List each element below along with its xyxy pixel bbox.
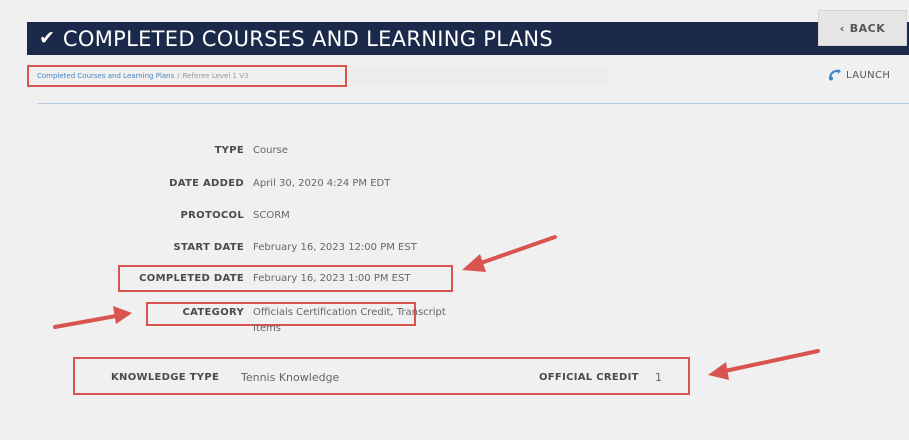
back-button-label: BACK — [849, 21, 886, 35]
back-button[interactable]: ‹ BACK — [818, 10, 907, 46]
launch-button[interactable]: LAUNCH — [828, 69, 890, 81]
start-date-value: February 16, 2023 12:00 PM EST — [253, 242, 417, 253]
date-added-value: April 30, 2020 4:24 PM EDT — [253, 178, 391, 189]
category-label: CATEGORY — [182, 307, 244, 318]
arrow-category — [53, 306, 132, 329]
breadcrumb-separator: / — [177, 72, 180, 80]
launch-label: LAUNCH — [846, 69, 891, 81]
start-date-label: START DATE — [173, 242, 244, 253]
knowledge-type-label: KNOWLEDGE TYPE — [111, 372, 220, 383]
course-details-page: ✔ COMPLETED COURSES AND LEARNING PLANS ‹… — [0, 0, 909, 440]
breadcrumb-background — [348, 66, 608, 86]
protocol-label: PROTOCOL — [180, 210, 244, 221]
arrow-knowledge-credit — [708, 349, 820, 380]
breadcrumb-link-completed-courses[interactable]: Completed Courses and Learning Plans — [37, 72, 174, 80]
type-value: Course — [253, 145, 288, 156]
category-value-line1: Officials Certification Credit, Transcri… — [253, 307, 446, 318]
category-value-line2: Items — [253, 323, 281, 334]
completed-date-label: COMPLETED DATE — [139, 273, 244, 284]
checkmark-icon: ✔ — [39, 27, 55, 49]
chevron-left-icon: ‹ — [839, 21, 845, 35]
date-added-label: DATE ADDED — [169, 178, 244, 189]
knowledge-type-value: Tennis Knowledge — [241, 371, 340, 384]
page-header: ✔ COMPLETED COURSES AND LEARNING PLANS — [27, 22, 909, 55]
arrow-completed-date — [462, 235, 557, 272]
type-label: TYPE — [214, 145, 244, 156]
page-title: COMPLETED COURSES AND LEARNING PLANS — [62, 26, 554, 51]
completed-date-value: February 16, 2023 1:00 PM EST — [253, 273, 411, 284]
official-credit-label: OFFICIAL CREDIT — [539, 372, 639, 383]
breadcrumb-current: Referee Level 1 V3 — [182, 72, 249, 80]
breadcrumb: Completed Courses and Learning Plans / R… — [27, 65, 347, 87]
launch-icon — [828, 69, 841, 81]
official-credit-value: 1 — [655, 371, 662, 384]
header-divider — [37, 103, 909, 104]
protocol-value: SCORM — [253, 210, 290, 221]
